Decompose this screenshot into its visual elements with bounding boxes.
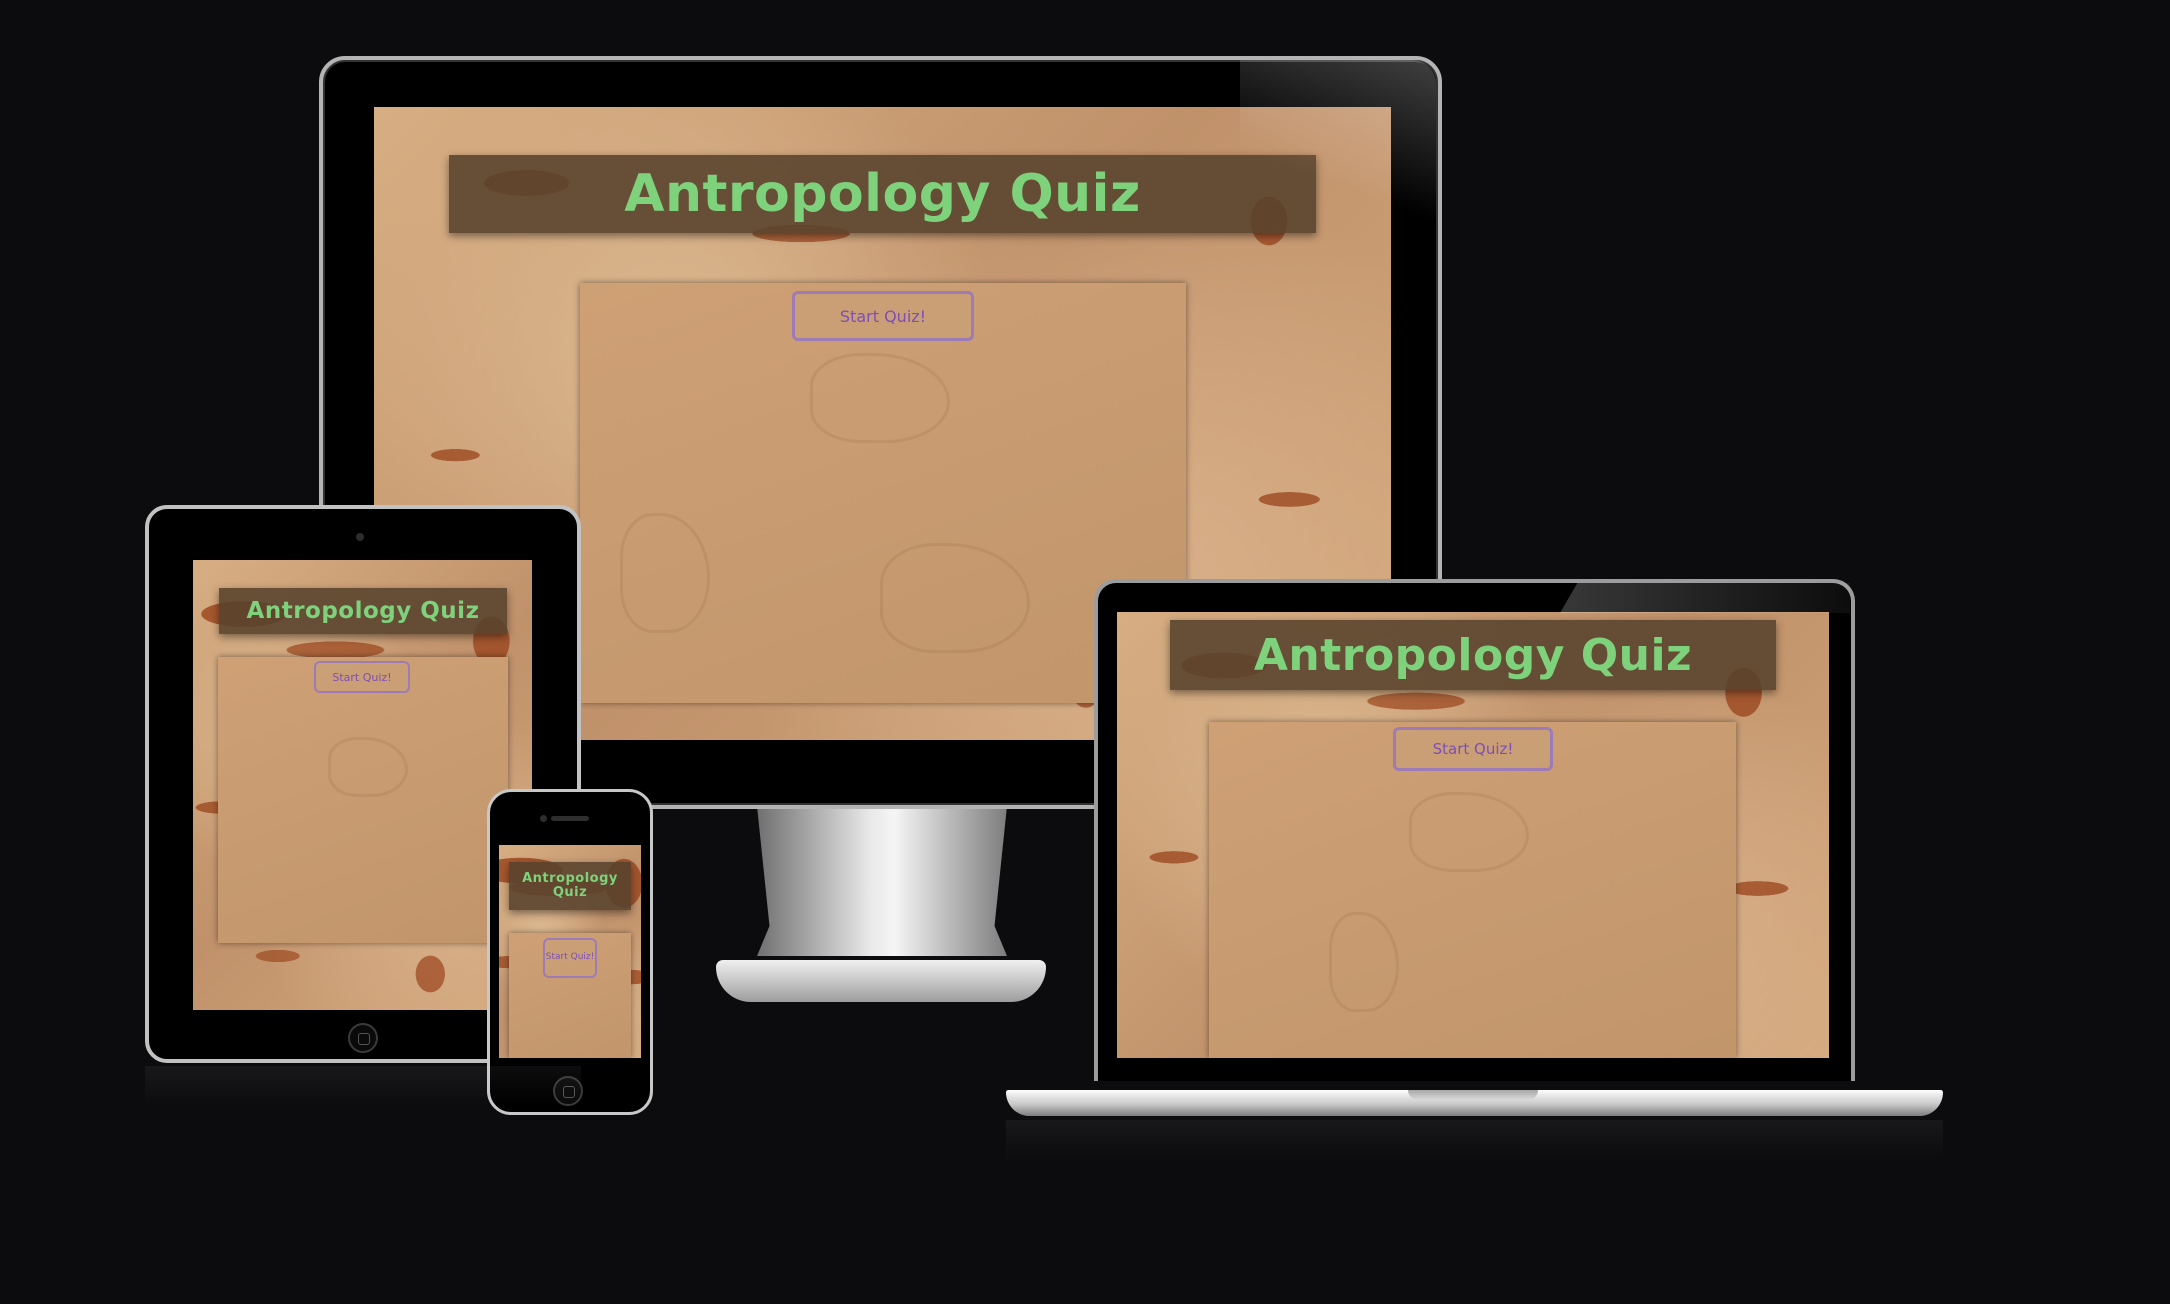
- desktop-card-faint-art: [880, 543, 1030, 653]
- desktop-card-faint-art: [620, 513, 710, 633]
- laptop-card-faint-art: [1409, 792, 1529, 872]
- tablet-quiz-card: Start Quiz!: [218, 657, 508, 943]
- phone-home-button[interactable]: [553, 1076, 583, 1106]
- laptop-screen: Antropology Quiz Start Quiz!: [1117, 612, 1829, 1058]
- desktop-stand: [757, 806, 1007, 956]
- tablet-page-title: Antropology Quiz: [219, 588, 507, 634]
- laptop-quiz-card: Start Quiz!: [1209, 722, 1736, 1058]
- tablet-card-faint-art: [328, 737, 408, 797]
- tablet-camera-icon: [356, 533, 364, 541]
- tablet-screen: Antropology Quiz Start Quiz!: [193, 560, 532, 1010]
- phone-page-title: Antropology Quiz: [509, 862, 631, 910]
- tablet-home-button[interactable]: [348, 1023, 378, 1053]
- phone-quiz-card: Start Quiz!: [509, 933, 631, 1058]
- laptop-start-quiz-button[interactable]: Start Quiz!: [1393, 727, 1553, 771]
- laptop-opening-notch: [1408, 1090, 1538, 1100]
- laptop-page-title: Antropology Quiz: [1170, 620, 1776, 690]
- phone-start-quiz-button[interactable]: Start Quiz!: [543, 938, 597, 978]
- desktop-start-quiz-button[interactable]: Start Quiz!: [792, 291, 974, 341]
- desktop-page-title: Antropology Quiz: [449, 155, 1316, 233]
- phone-speaker: [551, 816, 589, 821]
- phone-screen: Antropology Quiz Start Quiz!: [499, 845, 641, 1058]
- desktop-card-faint-art: [810, 353, 950, 443]
- laptop-card-faint-art: [1329, 912, 1399, 1012]
- phone-camera-icon: [540, 815, 547, 822]
- tablet-start-quiz-button[interactable]: Start Quiz!: [314, 661, 410, 693]
- laptop-reflection: [1006, 1120, 1943, 1160]
- desktop-stand-base: [716, 960, 1046, 1002]
